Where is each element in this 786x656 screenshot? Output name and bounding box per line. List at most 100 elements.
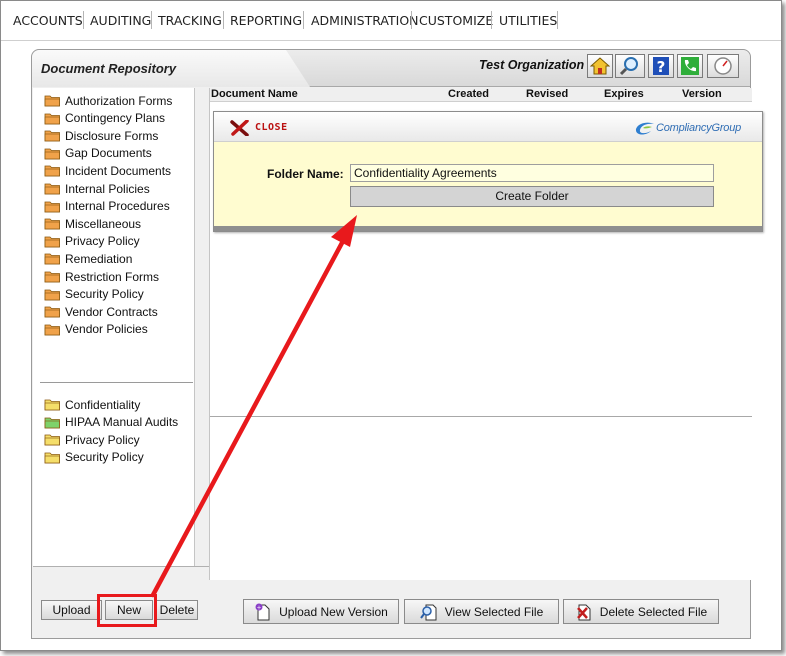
nav-administration[interactable]: ADMINISTRATION [311, 13, 419, 28]
brand-logo: CompliancyGroup [634, 119, 741, 137]
folder-label: HIPAA Manual Audits [65, 415, 179, 430]
svg-text:+: + [257, 604, 262, 611]
column-document-name[interactable]: Document Name [211, 88, 298, 100]
upload-button[interactable]: Upload [41, 600, 102, 620]
create-folder-button[interactable]: Create Folder [350, 186, 714, 207]
folder-icon [44, 200, 61, 213]
view-file-icon [419, 603, 438, 621]
folder-icon [44, 164, 61, 177]
folder-item[interactable]: Internal Procedures [44, 198, 170, 215]
nav-separator [223, 11, 224, 29]
folder-item[interactable]: Vendor Contracts [44, 303, 158, 320]
folder-icon [44, 288, 61, 301]
folder-label: Vendor Policies [65, 322, 148, 337]
search-icon[interactable] [615, 54, 645, 78]
folder-item[interactable]: Privacy Policy [44, 233, 140, 250]
delete-selected-file-button[interactable]: Delete Selected File [563, 599, 719, 624]
delete-button[interactable]: Delete [156, 600, 198, 620]
close-button[interactable]: CLOSE [255, 122, 288, 133]
folder-label: Confidentiality [65, 397, 141, 412]
folder-item[interactable]: Security Policy [44, 286, 144, 303]
folder-icon [44, 252, 61, 265]
folder-item[interactable]: Confidentiality [44, 396, 140, 413]
folder-label: Gap Documents [65, 146, 152, 161]
folder-item[interactable]: Contingency Plans [44, 110, 165, 127]
nav-separator [557, 11, 558, 29]
column-expires[interactable]: Expires [604, 88, 644, 100]
folder-item[interactable]: Miscellaneous [44, 215, 141, 232]
folder-item[interactable]: Internal Policies [44, 180, 150, 197]
folder-name-input[interactable] [350, 164, 714, 182]
nav-separator [411, 11, 412, 29]
folder-tree: Authorization Forms Contingency Plans Disc… [33, 88, 195, 566]
top-navigation: ACCOUNTS AUDITING TRACKING REPORTING ADM… [1, 1, 781, 41]
nav-separator [83, 11, 84, 29]
nav-accounts[interactable]: ACCOUNTS [13, 13, 83, 28]
folder-icon [44, 270, 61, 283]
document-list-divider [210, 416, 752, 417]
close-icon[interactable] [230, 119, 250, 137]
folder-icon [44, 305, 61, 318]
folder-label: Authorization Forms [65, 93, 173, 108]
nav-separator [151, 11, 152, 29]
delete-selected-file-label: Delete Selected File [599, 604, 708, 619]
folder-icon [44, 182, 61, 195]
nav-separator [303, 11, 304, 29]
folder-label: Restriction Forms [65, 269, 160, 284]
folder-icon [44, 416, 61, 429]
folder-label: Internal Policies [65, 181, 150, 196]
folder-icon [44, 235, 61, 248]
nav-utilities[interactable]: UTILITIES [499, 13, 557, 28]
nav-customize[interactable]: CUSTOMIZE [419, 13, 493, 28]
folder-item[interactable]: Remediation [44, 250, 132, 267]
column-headers: Document Name Created Revised Expires Ve… [210, 88, 752, 102]
folder-icon [44, 147, 61, 160]
upload-new-version-button[interactable]: + Upload New Version [243, 599, 399, 624]
nav-tracking[interactable]: TRACKING [158, 13, 222, 28]
column-version[interactable]: Version [682, 88, 722, 100]
delete-file-icon [575, 603, 593, 621]
folder-label: Contingency Plans [65, 111, 166, 126]
folder-item[interactable]: Disclosure Forms [44, 127, 158, 144]
column-created[interactable]: Created [448, 88, 489, 100]
folder-label: Disclosure Forms [65, 128, 159, 143]
folder-item[interactable]: Privacy Policy [44, 431, 140, 448]
phone-icon[interactable] [677, 54, 703, 78]
brand-swoosh-icon [635, 122, 654, 135]
folder-label: Internal Procedures [65, 199, 170, 214]
help-icon[interactable]: ? [648, 54, 674, 78]
folder-item[interactable]: Security Policy [44, 449, 144, 466]
folder-label: Privacy Policy [65, 234, 140, 249]
svg-text:?: ? [657, 58, 666, 76]
folder-label: Miscellaneous [65, 216, 142, 231]
nav-separator [491, 11, 492, 29]
folder-item[interactable]: Incident Documents [44, 162, 171, 179]
upload-new-version-label: Upload New Version [279, 604, 388, 619]
folder-label: Security Policy [65, 287, 144, 302]
folder-icon [44, 451, 61, 464]
folder-item[interactable]: Vendor Policies [44, 321, 148, 338]
dialog-footer-bar [214, 226, 762, 231]
panel-title: Document Repository [41, 61, 177, 76]
folder-item[interactable]: Restriction Forms [44, 268, 159, 285]
nav-auditing[interactable]: AUDITING [90, 13, 151, 28]
panel-tab-slant [270, 50, 310, 87]
gauge-icon[interactable] [707, 54, 739, 78]
folder-name-label: Folder Name: [267, 167, 344, 181]
folder-icon [44, 112, 61, 125]
nav-reporting[interactable]: REPORTING [230, 13, 302, 28]
folder-item[interactable]: Authorization Forms [44, 92, 172, 109]
folder-divider [40, 382, 193, 383]
folder-item[interactable]: HIPAA Manual Audits [44, 414, 178, 431]
folder-icon [44, 433, 61, 446]
column-revised[interactable]: Revised [526, 88, 568, 100]
panel-header: Document Repository Test Organization ? [32, 50, 750, 87]
folder-label: Security Policy [65, 450, 144, 465]
folder-icon [44, 398, 61, 411]
view-selected-file-label: View Selected File [444, 604, 544, 619]
folder-item[interactable]: Gap Documents [44, 145, 152, 162]
home-icon[interactable] [587, 54, 613, 78]
view-selected-file-button[interactable]: View Selected File [404, 599, 559, 624]
brand-name: CompliancyGroup [656, 122, 742, 134]
new-button-highlight [97, 594, 157, 627]
